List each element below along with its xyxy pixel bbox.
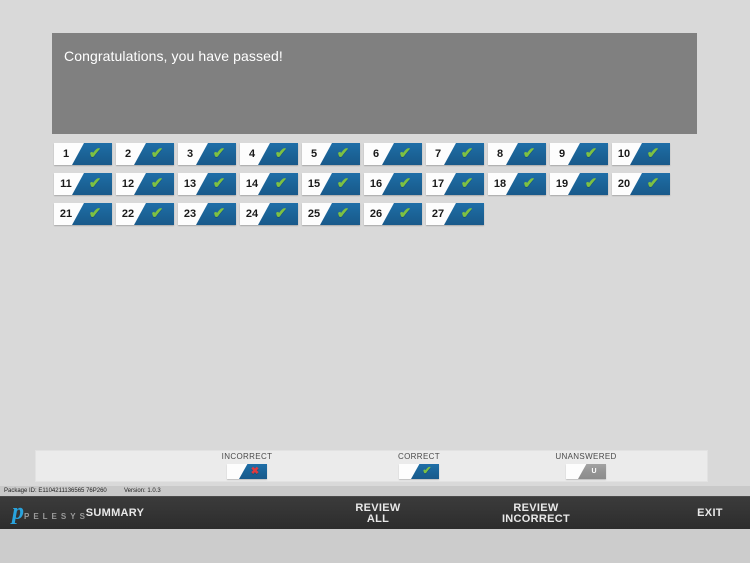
- check-icon: ✔: [212, 175, 226, 192]
- question-tile-18[interactable]: 18 ✔: [488, 173, 546, 195]
- review-incorrect-label-line1: REVIEW: [513, 501, 559, 514]
- check-icon: ✔: [274, 175, 288, 192]
- result-message: Congratulations, you have passed!: [64, 48, 283, 64]
- question-tile-row: 21 ✔ 22 ✔ 23 ✔ 24 ✔ 25 ✔ 26 ✔ 27 ✔: [54, 203, 694, 225]
- package-id-text: Package ID: E1104211136565 76P260: [4, 488, 107, 494]
- check-icon: ✔: [88, 205, 102, 222]
- legend-label-correct: CORRECT: [397, 452, 440, 461]
- question-tile-row: 11 ✔ 12 ✔ 13 ✔ 14 ✔ 15 ✔ 16 ✔ 17 ✔ 18 ✔ 19 ✔ 20 ✔: [54, 173, 694, 195]
- check-icon: ✔: [212, 205, 226, 222]
- question-tile-12[interactable]: 12 ✔: [116, 173, 174, 195]
- check-icon: ✔: [522, 145, 536, 162]
- legend-swatch-correct: ✔: [399, 464, 439, 479]
- question-tile-5[interactable]: 5 ✔: [302, 143, 360, 165]
- question-tile-16[interactable]: 16 ✔: [364, 173, 422, 195]
- pelesys-p-icon: p: [12, 499, 24, 525]
- check-icon: ✔: [336, 145, 350, 162]
- check-icon: ✔: [460, 145, 474, 162]
- meta-strip: Package ID: E1104211136565 76P260 Versio…: [0, 486, 750, 496]
- review-all-button[interactable]: REVIEW ALL: [332, 497, 424, 530]
- footer-strip: [0, 529, 750, 563]
- legend-label-incorrect: INCORRECT: [221, 452, 273, 461]
- check-icon: ✔: [88, 175, 102, 192]
- legend-swatch-incorrect: ✖: [227, 464, 267, 479]
- summary-button[interactable]: SUMMARY: [70, 497, 160, 530]
- question-tile-10[interactable]: 10 ✔: [612, 143, 670, 165]
- question-tile-17[interactable]: 17 ✔: [426, 173, 484, 195]
- unanswered-icon: U: [591, 468, 597, 475]
- question-tile-1[interactable]: 1 ✔: [54, 143, 112, 165]
- check-icon: ✔: [88, 145, 102, 162]
- legend-item-correct: CORRECT ✔: [344, 451, 494, 483]
- review-incorrect-button[interactable]: REVIEW INCORRECT: [478, 497, 594, 530]
- cross-icon: ✖: [250, 466, 260, 477]
- review-all-label-line2: ALL: [366, 512, 390, 525]
- legend-item-incorrect: INCORRECT ✖: [172, 451, 322, 483]
- question-tile-3[interactable]: 3 ✔: [178, 143, 236, 165]
- review-all-label-line1: REVIEW: [355, 501, 401, 514]
- question-tile-9[interactable]: 9 ✔: [550, 143, 608, 165]
- check-icon: ✔: [150, 175, 164, 192]
- check-icon: ✔: [398, 175, 412, 192]
- question-tile-15[interactable]: 15 ✔: [302, 173, 360, 195]
- check-icon: ✔: [212, 145, 226, 162]
- check-icon: ✔: [150, 145, 164, 162]
- question-tile-4[interactable]: 4 ✔: [240, 143, 298, 165]
- exit-button-label: EXIT: [697, 507, 723, 519]
- question-tile-13[interactable]: 13 ✔: [178, 173, 236, 195]
- check-icon: ✔: [584, 145, 598, 162]
- version-text: Version: 1.0.3: [124, 488, 161, 494]
- question-tile-11[interactable]: 11 ✔: [54, 173, 112, 195]
- check-icon: ✔: [336, 175, 350, 192]
- question-tile-14[interactable]: 14 ✔: [240, 173, 298, 195]
- check-icon: ✔: [274, 205, 288, 222]
- check-icon: ✔: [336, 205, 350, 222]
- exit-button[interactable]: EXIT: [682, 497, 738, 530]
- summary-button-label: SUMMARY: [85, 507, 145, 519]
- check-icon: ✔: [398, 145, 412, 162]
- check-icon: ✔: [398, 205, 412, 222]
- question-tile-8[interactable]: 8 ✔: [488, 143, 546, 165]
- question-tile-grid: 1 ✔ 2 ✔ 3 ✔ 4 ✔ 5 ✔ 6 ✔ 7 ✔ 8 ✔ 9 ✔ 10 ✔ 11 ✔ 12 ✔ 13 ✔ 14 ✔ 15 ✔ 16 ✔ 1…: [54, 143, 694, 233]
- question-tile-6[interactable]: 6 ✔: [364, 143, 422, 165]
- question-tile-21[interactable]: 21 ✔: [54, 203, 112, 225]
- quiz-summary-screen: Congratulations, you have passed! 1 ✔ 2 ✔ 3 ✔…: [0, 0, 750, 563]
- bottom-toolbar: p PELESYS SUMMARY REVIEW ALL REVIEW INCO…: [0, 496, 750, 529]
- question-tile-26[interactable]: 26 ✔: [364, 203, 422, 225]
- check-icon: ✔: [274, 145, 288, 162]
- legend-label-unanswered: UNANSWERED: [555, 452, 617, 461]
- question-tile-row: 1 ✔ 2 ✔ 3 ✔ 4 ✔ 5 ✔ 6 ✔ 7 ✔ 8 ✔ 9 ✔ 10 ✔: [54, 143, 694, 165]
- question-tile-2[interactable]: 2 ✔: [116, 143, 174, 165]
- check-icon: ✔: [150, 205, 164, 222]
- review-incorrect-label-line2: INCORRECT: [501, 512, 571, 525]
- legend-item-unanswered: UNANSWERED U: [511, 451, 661, 483]
- check-icon: ✔: [460, 175, 474, 192]
- check-icon: ✔: [460, 205, 474, 222]
- question-tile-24[interactable]: 24 ✔: [240, 203, 298, 225]
- check-icon: ✔: [584, 175, 598, 192]
- question-tile-19[interactable]: 19 ✔: [550, 173, 608, 195]
- check-icon: ✔: [522, 175, 536, 192]
- question-tile-25[interactable]: 25 ✔: [302, 203, 360, 225]
- question-tile-22[interactable]: 22 ✔: [116, 203, 174, 225]
- question-tile-7[interactable]: 7 ✔: [426, 143, 484, 165]
- question-tile-27[interactable]: 27 ✔: [426, 203, 484, 225]
- check-icon: ✔: [646, 175, 660, 192]
- question-tile-23[interactable]: 23 ✔: [178, 203, 236, 225]
- check-icon: ✔: [646, 145, 660, 162]
- check-icon: ✔: [422, 465, 432, 477]
- question-tile-20[interactable]: 20 ✔: [612, 173, 670, 195]
- legend-swatch-unanswered: U: [566, 464, 606, 479]
- status-legend: INCORRECT ✖ CORRECT ✔ UNANSWERED U: [35, 450, 708, 482]
- result-banner: Congratulations, you have passed!: [52, 33, 697, 134]
